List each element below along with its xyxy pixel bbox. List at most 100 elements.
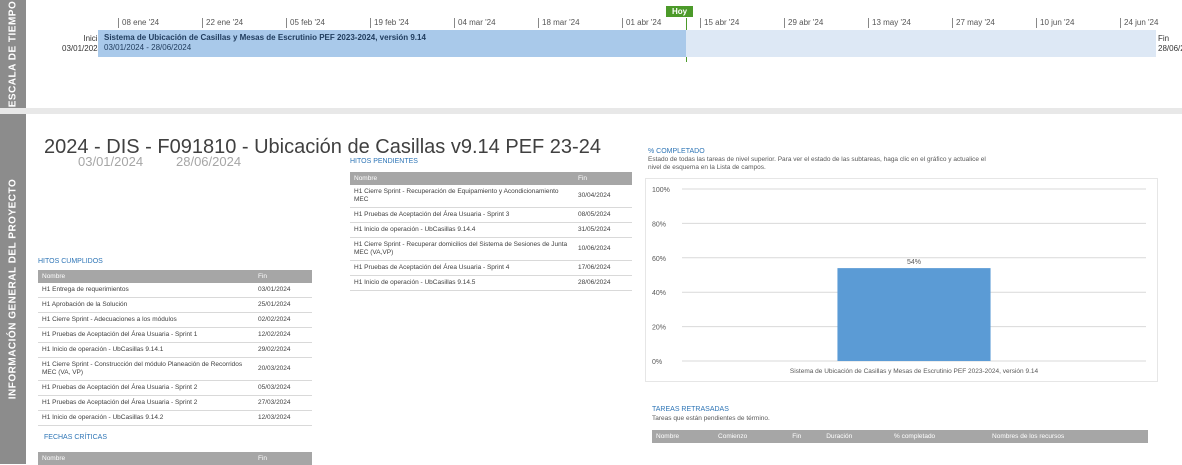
- delayed-tasks-description: Tareas que están pendientes de término.: [652, 415, 770, 422]
- column-header-end[interactable]: Fin: [254, 270, 312, 283]
- percent-complete-description: Estado de todas las tareas de nivel supe…: [648, 156, 986, 171]
- cell-end-date: 12/03/2024: [254, 410, 312, 426]
- table-row[interactable]: H1 Aprobación de la Solución 25/01/2024: [38, 297, 312, 313]
- timeline-start: Inicio 03/01/2024: [62, 34, 102, 54]
- cell-name: H1 Cierre Sprint - Construcción del módu…: [38, 357, 254, 381]
- cell-end-date: 28/06/2024: [574, 275, 632, 291]
- cell-end-date: 20/03/2024: [254, 357, 312, 381]
- timeline-tick: 04 mar '24: [454, 18, 496, 28]
- y-tick-label: 60%: [652, 256, 666, 263]
- timeline-tick: 05 feb '24: [286, 18, 325, 28]
- today-marker-label: Hoy: [666, 6, 694, 17]
- table-row[interactable]: H1 Inicio de operación - UbCasillas 9.14…: [38, 410, 312, 426]
- chart-bar[interactable]: [837, 268, 991, 361]
- timeline-task-dates: 03/01/2024 - 28/06/2024: [104, 43, 192, 52]
- column-header-end[interactable]: Fin: [574, 172, 632, 185]
- column-header[interactable]: Nombres de los recursos: [988, 430, 1148, 443]
- timeline[interactable]: Hoy Inicio 03/01/2024 Sistema de Ubicaci…: [26, 0, 1182, 108]
- table-row[interactable]: H1 Pruebas de Aceptación del Área Usuari…: [350, 260, 632, 276]
- percent-complete-chart-svg: 100% 80% 60% 40% 20% 0% 54% Sistema de Ubicació…: [652, 187, 1146, 375]
- timeline-start-date: 03/01/2024: [62, 44, 103, 53]
- table-row[interactable]: H1 Pruebas de Aceptación del Área Usuari…: [350, 207, 632, 223]
- timeline-tick: 22 ene '24: [202, 18, 243, 28]
- cell-name: H1 Cierre Sprint - Adecuaciones a los mó…: [38, 312, 254, 328]
- cell-end-date: 30/04/2024: [574, 185, 632, 208]
- table-row[interactable]: H1 Cierre Sprint - Adecuaciones a los mó…: [38, 312, 312, 328]
- column-header[interactable]: % completado: [889, 430, 989, 443]
- table-row[interactable]: H1 Cierre Sprint - Construcción del módu…: [38, 357, 312, 381]
- project-start-date: 03/01/2024: [78, 154, 144, 169]
- cell-name: H1 Entrega de requerimientos: [38, 283, 254, 298]
- column-header-name[interactable]: Nombre: [38, 270, 254, 283]
- table-row[interactable]: H1 Entrega de requerimientos 03/01/2024: [38, 283, 312, 298]
- critical-dates-table[interactable]: Nombre Fin: [38, 452, 312, 465]
- column-header-name[interactable]: Nombre: [38, 452, 254, 465]
- cell-name: H1 Aprobación de la Solución: [38, 297, 254, 313]
- cell-end-date: 27/03/2024: [254, 395, 312, 411]
- overview-side-label: INFORMACIÓN GENERAL DEL PROYECTO: [0, 114, 26, 464]
- column-header-end[interactable]: Fin: [254, 452, 312, 465]
- completed-milestones-table[interactable]: Nombre Fin H1 Entrega de requerimientos 0…: [38, 270, 312, 426]
- delayed-tasks-table[interactable]: Nombre Comienzo Fin Duración% completado Nom…: [652, 430, 1148, 443]
- pending-milestones-table[interactable]: Nombre Fin H1 Cierre Sprint - Recuperaci…: [350, 172, 632, 291]
- timeline-tick: 08 ene '24: [118, 18, 159, 28]
- cell-name: H1 Inicio de operación - UbCasillas 9.14…: [38, 410, 254, 426]
- table-row[interactable]: H1 Pruebas de Aceptación del Área Usuari…: [38, 327, 312, 343]
- timeline-tick: 01 abr '24: [622, 18, 661, 28]
- bar-data-label: 54%: [907, 259, 921, 266]
- cell-end-date: 29/02/2024: [254, 342, 312, 358]
- timeline-task-name: Sistema de Ubicación de Casillas y Mesas…: [104, 33, 426, 42]
- timeline-tick: 24 jun '24: [1120, 18, 1158, 28]
- cell-end-date: 08/05/2024: [574, 207, 632, 223]
- timeline-task[interactable]: Sistema de Ubicación de Casillas y Mesas…: [104, 33, 426, 53]
- cell-name: H1 Pruebas de Aceptación del Área Usuari…: [38, 395, 254, 411]
- column-header-name[interactable]: Nombre: [350, 172, 574, 185]
- cell-end-date: 25/01/2024: [254, 297, 312, 313]
- y-tick-label: 0%: [652, 359, 662, 366]
- timeline-tick: 18 mar '24: [538, 18, 580, 28]
- timeline-end-label: Fin: [1158, 34, 1170, 43]
- table-row[interactable]: H1 Inicio de operación - UbCasillas 9.14…: [350, 222, 632, 238]
- table-row[interactable]: H1 Pruebas de Aceptación del Área Usuari…: [38, 380, 312, 396]
- table-row[interactable]: H1 Inicio de operación - UbCasillas 9.14…: [38, 342, 312, 358]
- table-row[interactable]: H1 Cierre Sprint - Recuperar domicilios …: [350, 237, 632, 261]
- cell-end-date: 10/06/2024: [574, 237, 632, 261]
- project-end-date: 28/06/2024: [176, 154, 242, 169]
- column-header[interactable]: Fin: [788, 430, 823, 443]
- timeline-end-date: 28/06/2024: [1158, 44, 1182, 53]
- cell-name: H1 Pruebas de Aceptación del Área Usuari…: [38, 327, 254, 343]
- timeline-tick: 19 feb '24: [370, 18, 409, 28]
- cell-name: H1 Inicio de operación - UbCasillas 9.14…: [350, 275, 574, 291]
- cell-end-date: 12/02/2024: [254, 327, 312, 343]
- timeline-tick: 13 may '24: [868, 18, 911, 28]
- cell-name: H1 Cierre Sprint - Recuperar domicilios …: [350, 237, 574, 261]
- table-row[interactable]: H1 Inicio de operación - UbCasillas 9.14…: [350, 275, 632, 291]
- cell-end-date: 05/03/2024: [254, 380, 312, 396]
- critical-dates-label: FECHAS CRÍTICAS: [44, 434, 108, 441]
- column-header[interactable]: Duración: [822, 430, 890, 443]
- cell-end-date: 17/06/2024: [574, 260, 632, 276]
- delayed-tasks-label: TAREAS RETRASADAS: [652, 406, 729, 413]
- cell-end-date: 31/05/2024: [574, 222, 632, 238]
- completed-milestones-label: HITOS CUMPLIDOS: [38, 258, 103, 265]
- timeline-start-label: Inicio: [83, 34, 103, 43]
- cell-name: H1 Inicio de operación - UbCasillas 9.14…: [38, 342, 254, 358]
- section-divider: [0, 108, 1182, 114]
- cell-name: H1 Pruebas de Aceptación del Área Usuari…: [38, 380, 254, 396]
- percent-complete-label: % COMPLETADO: [648, 148, 705, 155]
- table-row[interactable]: H1 Pruebas de Aceptación del Área Usuari…: [38, 395, 312, 411]
- cell-end-date: 02/02/2024: [254, 312, 312, 328]
- table-row[interactable]: H1 Cierre Sprint - Recuperación de Equip…: [350, 185, 632, 208]
- cell-name: H1 Inicio de operación - UbCasillas 9.14…: [350, 222, 574, 238]
- column-header[interactable]: Comienzo: [714, 430, 789, 443]
- timeline-tick: 15 abr '24: [700, 18, 739, 28]
- column-header[interactable]: Nombre: [652, 430, 715, 443]
- cell-name: H1 Cierre Sprint - Recuperación de Equip…: [350, 185, 574, 208]
- timeline-end: Fin 28/06/2024: [1158, 34, 1182, 54]
- x-category-label: Sistema de Ubicación de Casillas y Mesas…: [790, 368, 1039, 375]
- cell-name: H1 Pruebas de Aceptación del Área Usuari…: [350, 207, 574, 223]
- overview-side-text: INFORMACIÓN GENERAL DEL PROYECTO: [7, 178, 19, 400]
- timeline-side-text: ESCALA DE TIEMPO: [7, 0, 19, 108]
- percent-complete-chart[interactable]: 100% 80% 60% 40% 20% 0% 54% Sistema de Ubicació…: [645, 178, 1158, 382]
- cell-end-date: 03/01/2024: [254, 283, 312, 298]
